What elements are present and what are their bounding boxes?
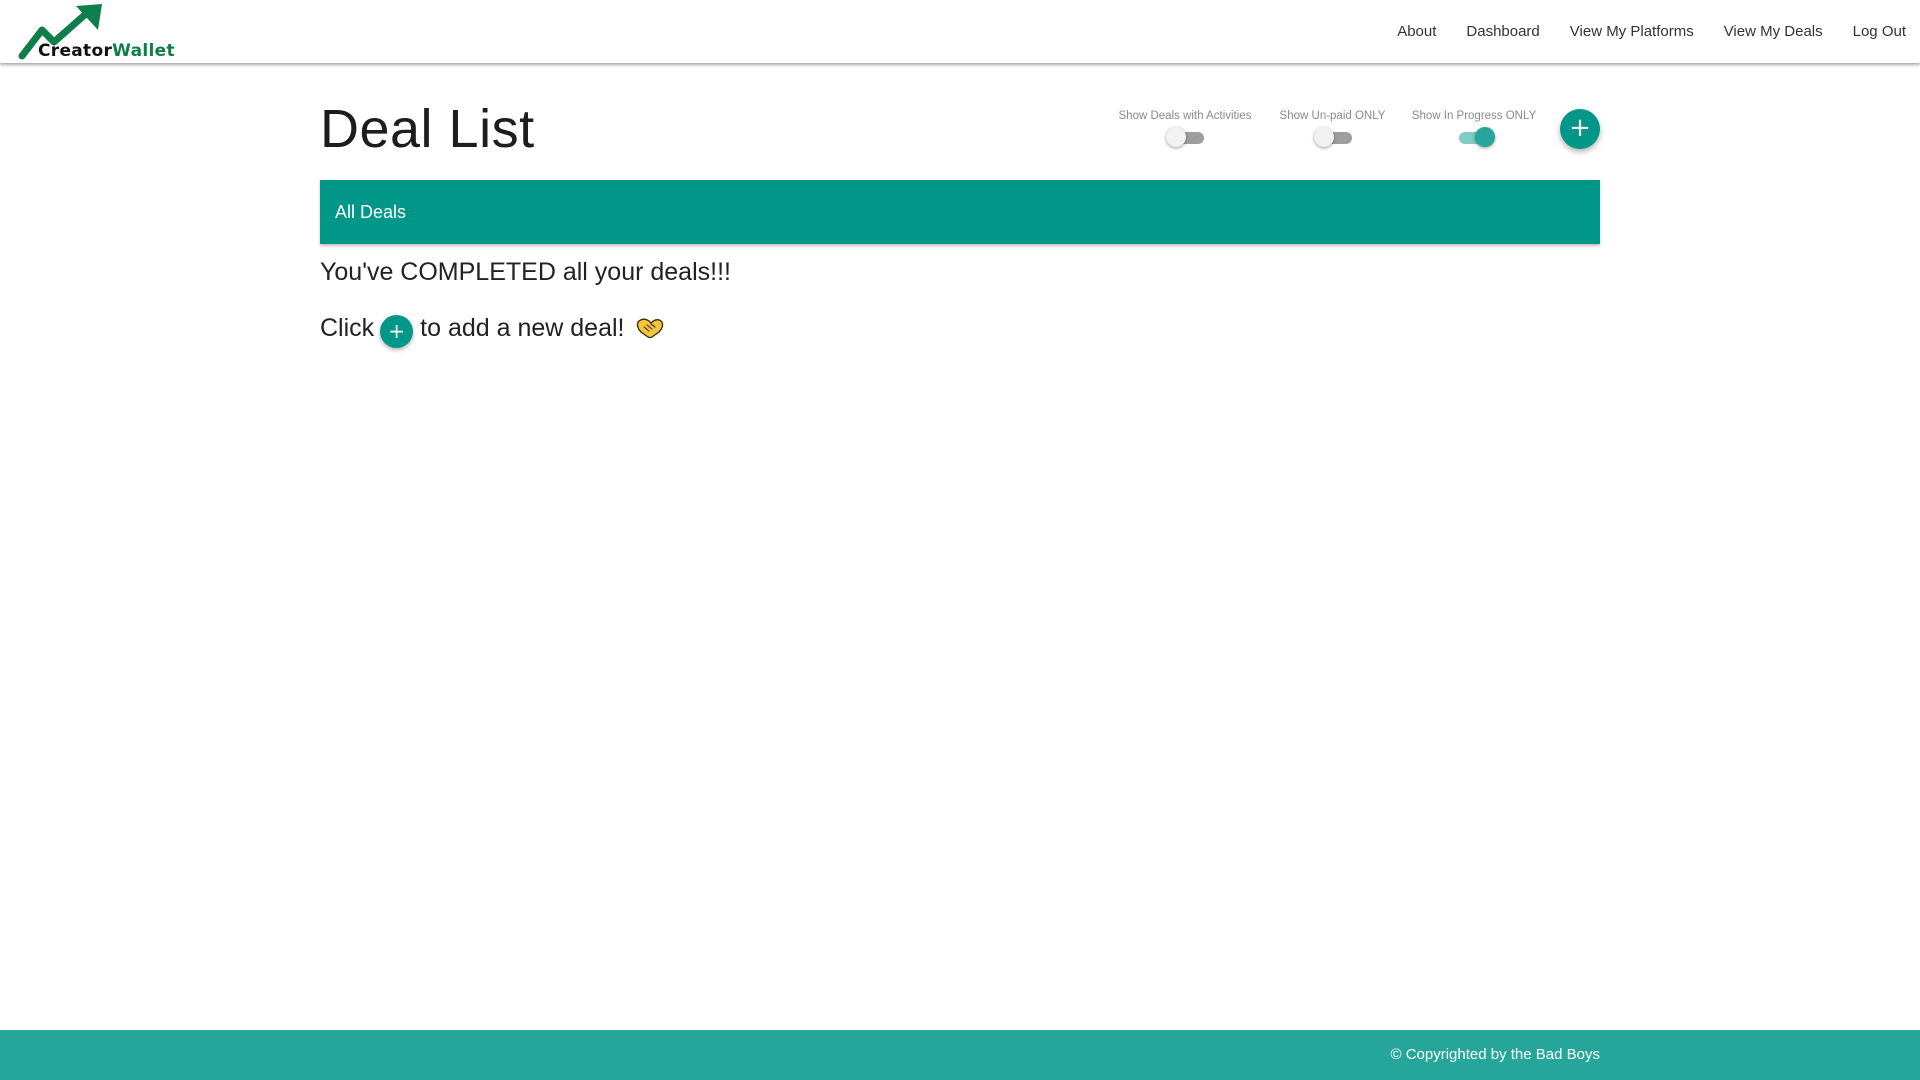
click-text: Click [320, 314, 375, 342]
handshake-icon [635, 315, 665, 346]
inline-add-deal-button[interactable]: + [380, 315, 414, 348]
add-new-deal-text: to add a new deal! [420, 314, 625, 342]
add-deal-hint: Click + to add a new deal! [320, 312, 665, 348]
filter-activities-toggle[interactable] [1166, 127, 1204, 147]
page-title: Deal List [320, 99, 535, 159]
nav-link-view-my-platforms[interactable]: View My Platforms [1570, 23, 1694, 40]
filter-unpaid-label: Show Un-paid ONLY [1279, 110, 1386, 122]
nav-link-dashboard[interactable]: Dashboard [1466, 23, 1539, 40]
completed-message: You've COMPLETED all your deals!!! [320, 258, 731, 286]
footer: © Copyrighted by the Bad Boys [0, 1030, 1920, 1080]
nav-link-view-my-deals[interactable]: View My Deals [1724, 23, 1823, 40]
all-deals-header[interactable]: All Deals [320, 180, 1600, 244]
filter-in-progress: Show In Progress ONLY [1410, 110, 1538, 149]
plus-icon: + [1569, 113, 1591, 143]
all-deals-label: All Deals [335, 202, 407, 222]
nav-link-log-out[interactable]: Log Out [1853, 23, 1906, 40]
filter-unpaid-toggle[interactable] [1313, 127, 1352, 147]
add-deal-button[interactable]: + [1560, 109, 1600, 149]
navbar: CreatorWallet About Dashboard View My Pl… [0, 0, 1920, 63]
nav-link-about[interactable]: About [1397, 23, 1436, 40]
nav-links: About Dashboard View My Platforms View M… [1367, 0, 1906, 63]
brand-logo[interactable]: CreatorWallet [18, 4, 178, 62]
filter-activities-label: Show Deals with Activities [1118, 110, 1252, 122]
brand-name: CreatorWallet [38, 41, 175, 61]
footer-copyright: © Copyrighted by the Bad Boys [1390, 1046, 1600, 1063]
filter-in-progress-label: Show In Progress ONLY [1411, 110, 1537, 122]
plus-icon: + [388, 319, 406, 343]
filter-in-progress-toggle[interactable] [1455, 127, 1495, 147]
filter-activities: Show Deals with Activities [1115, 110, 1255, 149]
filter-unpaid: Show Un-paid ONLY [1275, 110, 1390, 149]
